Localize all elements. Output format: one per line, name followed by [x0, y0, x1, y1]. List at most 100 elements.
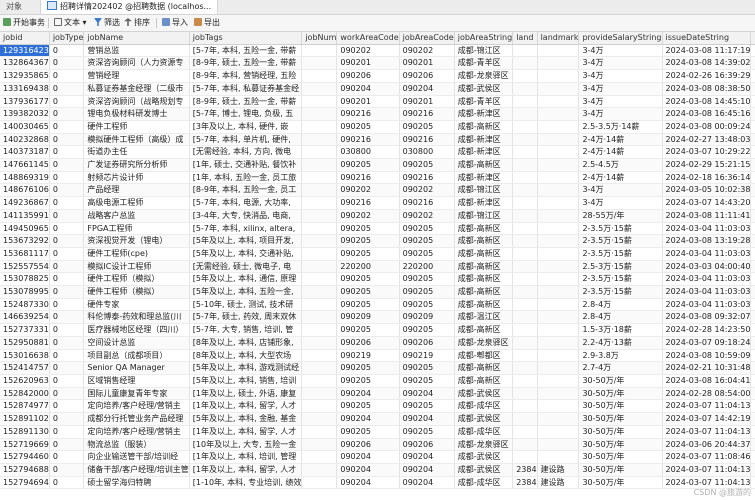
begin-transaction-button[interactable]: 开始事务 — [3, 17, 45, 29]
column-header[interactable]: jobTags — [189, 32, 303, 45]
table-cell[interactable] — [537, 425, 580, 439]
table-cell[interactable]: 090204 — [399, 450, 455, 464]
table-cell[interactable] — [537, 82, 580, 96]
table-cell[interactable]: 2.2-4万·13薪 — [578, 336, 663, 350]
table-cell[interactable]: 0 — [49, 234, 85, 248]
table-row[interactable]: 152620963 0 区域销售经理 [5年及以上, 本科, 销售, 培训 090205… — [0, 374, 755, 388]
table-cell[interactable] — [301, 323, 338, 337]
table-cell[interactable]: 2024-03-05 15:25:1 — [750, 44, 755, 58]
table-cell[interactable]: 科伦博泰-药效和理总监(川 — [83, 310, 190, 325]
table-cell[interactable]: 152794460 — [0, 450, 50, 464]
table-cell[interactable] — [301, 298, 338, 312]
table-cell[interactable]: 成都-武侯区 — [454, 463, 514, 477]
table-cell[interactable]: 140232868 — [0, 133, 50, 147]
table-cell[interactable] — [537, 158, 580, 172]
table-cell[interactable]: 私募证券基金经理（二级市 — [83, 82, 190, 96]
table-cell[interactable] — [301, 171, 338, 185]
table-cell[interactable]: 090205 — [399, 120, 455, 134]
table-cell[interactable]: 2024-03-07 11:04:13 — [662, 425, 752, 439]
table-cell[interactable] — [301, 69, 338, 83]
table-cell[interactable]: 3-4万 — [578, 82, 663, 96]
table-cell[interactable]: 30-50万/年 — [578, 412, 663, 426]
table-cell[interactable]: 2024-02-28 14:29:2 — [750, 323, 755, 337]
table-cell[interactable]: 090204 — [399, 82, 455, 96]
table-cell[interactable]: 资深咨询顾问（战略规划专 — [83, 95, 190, 109]
table-cell[interactable] — [537, 298, 580, 312]
table-cell[interactable]: 2024-02-27 10:31:4 — [750, 361, 755, 375]
table-cell[interactable]: 090204 — [336, 387, 400, 401]
table-cell[interactable]: 成都-高新区 — [454, 247, 514, 261]
table-cell[interactable]: 0 — [49, 361, 85, 375]
table-cell[interactable] — [301, 374, 338, 388]
table-cell[interactable]: 0 — [49, 438, 85, 452]
table-row[interactable]: 129316423 0 营销总监 [5-7年, 本科, 五险一金, 带薪 090202 0… — [0, 44, 755, 58]
table-cell[interactable]: 090205 — [336, 247, 400, 261]
table-cell[interactable]: 营销总监 — [83, 44, 190, 58]
table-cell[interactable]: 锂电负极材料研发博士 — [83, 107, 190, 121]
table-cell[interactable]: 成都-武侯区 — [454, 387, 514, 401]
table-cell[interactable]: 2024-03-01 14:51:1 — [750, 272, 755, 287]
column-header[interactable]: jobNum — [301, 32, 338, 45]
column-header[interactable]: jobType — [49, 32, 85, 45]
table-cell[interactable] — [301, 399, 338, 414]
table-cell[interactable] — [537, 247, 580, 261]
table-row[interactable]: 153673292 0 资深视觉开发（锂电） [5年及以上, 本科, 项目开发, 090… — [0, 234, 755, 248]
table-cell[interactable]: 153681117 — [0, 247, 50, 261]
table-cell[interactable]: 2024-01-27 20:44:3 — [750, 438, 755, 452]
table-cell[interactable]: 硬件工程师（模拟） — [83, 272, 190, 287]
table-cell[interactable]: 090205 — [399, 234, 455, 248]
table-cell[interactable]: 090205 — [336, 158, 400, 172]
table-cell[interactable] — [512, 183, 538, 198]
table-cell[interactable]: 2024-01-23 17:52:3 — [750, 399, 755, 414]
table-cell[interactable]: 0 — [49, 44, 85, 58]
table-cell[interactable]: 2.8-4万 — [578, 310, 663, 325]
table-row[interactable]: 153078995 0 硬件工程师（模拟） [5年及以上, 本科, 五险一金, 0902… — [0, 285, 755, 299]
table-cell[interactable] — [512, 260, 538, 274]
table-cell[interactable]: 2-3.5万·15薪 — [578, 285, 663, 299]
table-cell[interactable]: [5-7年, 本科, 电源, 大功率, — [189, 196, 303, 210]
table-cell[interactable]: 成都-成华区 — [454, 425, 514, 439]
table-cell[interactable] — [537, 145, 580, 160]
table-cell[interactable]: 030800 — [399, 145, 455, 160]
table-cell[interactable]: 30-50万/年 — [578, 450, 663, 464]
table-cell[interactable]: 街道办主任 — [83, 145, 190, 160]
table-cell[interactable] — [537, 69, 580, 83]
table-cell[interactable] — [512, 171, 538, 185]
table-row[interactable]: 139382032 0 锂电负极材料研发博士 [5-7年, 博士, 锂电, 负极, 五… — [0, 107, 755, 121]
table-row[interactable]: 140232868 0 模拟硬件工程师（高级）成 [5-7年, 本科, 单片机, 硬件… — [0, 133, 755, 147]
import-button[interactable]: 导入 — [162, 17, 188, 29]
table-cell[interactable]: 149236867 — [0, 196, 50, 210]
table-cell[interactable] — [512, 285, 538, 299]
table-cell[interactable] — [301, 158, 338, 172]
table-cell[interactable] — [301, 450, 338, 464]
table-cell[interactable]: 090216 — [399, 107, 455, 121]
table-cell[interactable]: [1年及以上, 本科, 留学, 人才 — [189, 463, 303, 477]
table-cell[interactable]: 2024-03-07 11:04:13 — [662, 463, 752, 477]
table-cell[interactable]: 0 — [49, 476, 85, 490]
table-cell[interactable]: 2024-02-27 11:36:0 — [750, 133, 755, 147]
table-cell[interactable] — [301, 336, 338, 350]
table-cell[interactable]: 152620963 — [0, 374, 50, 388]
table-cell[interactable] — [301, 425, 338, 439]
table-cell[interactable] — [512, 234, 538, 248]
table-cell[interactable]: 区域销售经理 — [83, 374, 190, 388]
table-cell[interactable]: 2024-03-07 11:04:13 — [662, 399, 752, 414]
table-cell[interactable]: 0 — [49, 183, 85, 198]
table-cell[interactable] — [512, 323, 538, 337]
table-cell[interactable]: 090201 — [336, 56, 400, 71]
table-cell[interactable]: 2024-03-07 14:43:20 — [662, 196, 752, 210]
table-cell[interactable]: 140373187 — [0, 145, 50, 160]
table-cell[interactable]: 成都-新津区 — [454, 171, 514, 185]
table-cell[interactable]: 090205 — [336, 285, 400, 299]
table-cell[interactable]: 090206 — [336, 438, 400, 452]
table-cell[interactable] — [512, 82, 538, 96]
table-cell[interactable] — [537, 107, 580, 121]
table-cell[interactable] — [537, 438, 580, 452]
table-cell[interactable]: [5年及以上, 本科, 项目开发, — [189, 234, 303, 248]
table-cell[interactable] — [301, 183, 338, 198]
table-cell[interactable]: [1年及以上, 本科, 留学, 人才 — [189, 425, 303, 439]
table-cell[interactable]: 3-4万 — [578, 56, 663, 71]
table-cell[interactable]: 133169438 — [0, 82, 50, 96]
table-cell[interactable]: 090205 — [399, 285, 455, 299]
tab-table-data[interactable]: 招聘详情202402 @招聘数据 (localhos... — [40, 0, 219, 14]
